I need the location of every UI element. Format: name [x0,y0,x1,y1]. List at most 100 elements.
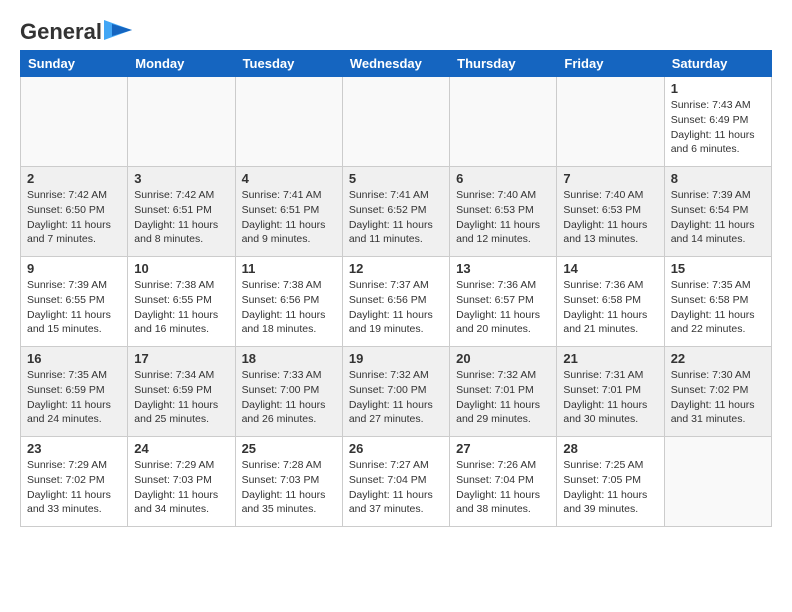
day-info: Sunrise: 7:28 AM Sunset: 7:03 PM Dayligh… [242,458,336,517]
day-info: Sunrise: 7:37 AM Sunset: 6:56 PM Dayligh… [349,278,443,337]
logo-arrow-icon [104,20,132,40]
day-info: Sunrise: 7:30 AM Sunset: 7:02 PM Dayligh… [671,368,765,427]
calendar-day-empty [21,77,128,167]
calendar-day-9: 9 Sunrise: 7:39 AM Sunset: 6:55 PM Daylig… [21,257,128,347]
day-info: Sunrise: 7:38 AM Sunset: 6:56 PM Dayligh… [242,278,336,337]
day-info: Sunrise: 7:39 AM Sunset: 6:55 PM Dayligh… [27,278,121,337]
calendar-week-row: 16Sunrise: 7:35 AM Sunset: 6:59 PM Dayli… [21,347,772,437]
day-info: Sunrise: 7:31 AM Sunset: 7:01 PM Dayligh… [563,368,657,427]
day-info: Sunrise: 7:36 AM Sunset: 6:57 PM Dayligh… [456,278,550,337]
weekday-header-sunday: Sunday [21,51,128,77]
day-number: 8 [671,171,765,186]
calendar-day-6: 6 Sunrise: 7:40 AM Sunset: 6:53 PM Daylig… [450,167,557,257]
day-number: 4 [242,171,336,186]
calendar-day-11: 11 Sunrise: 7:38 AM Sunset: 6:56 PM Dayli… [235,257,342,347]
day-number: 3 [134,171,228,186]
calendar-day-10: 10Sunrise: 7:38 AM Sunset: 6:55 PM Dayli… [128,257,235,347]
calendar-day-18: 18 Sunrise: 7:33 AM Sunset: 7:00 PM Dayli… [235,347,342,437]
calendar-day-15: 15 Sunrise: 7:35 AM Sunset: 6:58 PM Dayli… [664,257,771,347]
day-info: Sunrise: 7:41 AM Sunset: 6:52 PM Dayligh… [349,188,443,247]
calendar-day-22: 22 Sunrise: 7:30 AM Sunset: 7:02 PM Dayli… [664,347,771,437]
calendar-day-12: 12 Sunrise: 7:37 AM Sunset: 6:56 PM Dayli… [342,257,449,347]
calendar-day-5: 5 Sunrise: 7:41 AM Sunset: 6:52 PM Daylig… [342,167,449,257]
day-number: 11 [242,261,336,276]
day-number: 22 [671,351,765,366]
day-number: 18 [242,351,336,366]
day-number: 5 [349,171,443,186]
calendar-day-27: 27 Sunrise: 7:26 AM Sunset: 7:04 PM Dayli… [450,437,557,527]
day-info: Sunrise: 7:32 AM Sunset: 7:01 PM Dayligh… [456,368,550,427]
day-info: Sunrise: 7:35 AM Sunset: 6:59 PM Dayligh… [27,368,121,427]
day-number: 28 [563,441,657,456]
calendar-day-25: 25 Sunrise: 7:28 AM Sunset: 7:03 PM Dayli… [235,437,342,527]
logo-text: General [20,20,102,44]
day-number: 24 [134,441,228,456]
calendar-day-empty [128,77,235,167]
day-number: 27 [456,441,550,456]
calendar-day-13: 13 Sunrise: 7:36 AM Sunset: 6:57 PM Dayli… [450,257,557,347]
calendar-day-24: 24 Sunrise: 7:29 AM Sunset: 7:03 PM Dayli… [128,437,235,527]
calendar-day-1: 1 Sunrise: 7:43 AM Sunset: 6:49 PM Daylig… [664,77,771,167]
day-info: Sunrise: 7:39 AM Sunset: 6:54 PM Dayligh… [671,188,765,247]
calendar-day-14: 14Sunrise: 7:36 AM Sunset: 6:58 PM Dayli… [557,257,664,347]
calendar-day-3: 3 Sunrise: 7:42 AM Sunset: 6:51 PM Daylig… [128,167,235,257]
logo: General [20,20,132,40]
calendar-day-16: 16Sunrise: 7:35 AM Sunset: 6:59 PM Dayli… [21,347,128,437]
day-info: Sunrise: 7:27 AM Sunset: 7:04 PM Dayligh… [349,458,443,517]
day-info: Sunrise: 7:43 AM Sunset: 6:49 PM Dayligh… [671,98,765,157]
day-info: Sunrise: 7:40 AM Sunset: 6:53 PM Dayligh… [456,188,550,247]
day-number: 10 [134,261,228,276]
calendar-table: SundayMondayTuesdayWednesdayThursdayFrid… [20,50,772,527]
calendar-day-empty [235,77,342,167]
day-info: Sunrise: 7:42 AM Sunset: 6:50 PM Dayligh… [27,188,121,247]
day-number: 17 [134,351,228,366]
calendar-week-row: 9 Sunrise: 7:39 AM Sunset: 6:55 PM Daylig… [21,257,772,347]
calendar-week-row: 2 Sunrise: 7:42 AM Sunset: 6:50 PM Daylig… [21,167,772,257]
day-number: 15 [671,261,765,276]
day-number: 7 [563,171,657,186]
day-info: Sunrise: 7:29 AM Sunset: 7:03 PM Dayligh… [134,458,228,517]
day-number: 1 [671,81,765,96]
day-number: 25 [242,441,336,456]
calendar-week-row: 23 Sunrise: 7:29 AM Sunset: 7:02 PM Dayli… [21,437,772,527]
day-number: 9 [27,261,121,276]
day-number: 21 [563,351,657,366]
day-info: Sunrise: 7:36 AM Sunset: 6:58 PM Dayligh… [563,278,657,337]
calendar-day-20: 20 Sunrise: 7:32 AM Sunset: 7:01 PM Dayli… [450,347,557,437]
weekday-header-saturday: Saturday [664,51,771,77]
weekday-header-friday: Friday [557,51,664,77]
weekday-header-tuesday: Tuesday [235,51,342,77]
day-number: 20 [456,351,550,366]
day-info: Sunrise: 7:25 AM Sunset: 7:05 PM Dayligh… [563,458,657,517]
day-number: 19 [349,351,443,366]
day-number: 13 [456,261,550,276]
calendar-day-4: 4 Sunrise: 7:41 AM Sunset: 6:51 PM Daylig… [235,167,342,257]
calendar-day-26: 26 Sunrise: 7:27 AM Sunset: 7:04 PM Dayli… [342,437,449,527]
day-info: Sunrise: 7:29 AM Sunset: 7:02 PM Dayligh… [27,458,121,517]
calendar-day-empty [557,77,664,167]
calendar-day-17: 17 Sunrise: 7:34 AM Sunset: 6:59 PM Dayli… [128,347,235,437]
day-info: Sunrise: 7:35 AM Sunset: 6:58 PM Dayligh… [671,278,765,337]
calendar-week-row: 1 Sunrise: 7:43 AM Sunset: 6:49 PM Daylig… [21,77,772,167]
page-header: General [20,20,772,40]
day-number: 12 [349,261,443,276]
calendar-day-empty [450,77,557,167]
calendar-day-23: 23 Sunrise: 7:29 AM Sunset: 7:02 PM Dayli… [21,437,128,527]
calendar-day-empty [342,77,449,167]
day-info: Sunrise: 7:41 AM Sunset: 6:51 PM Dayligh… [242,188,336,247]
day-info: Sunrise: 7:34 AM Sunset: 6:59 PM Dayligh… [134,368,228,427]
day-info: Sunrise: 7:33 AM Sunset: 7:00 PM Dayligh… [242,368,336,427]
calendar-day-21: 21 Sunrise: 7:31 AM Sunset: 7:01 PM Dayli… [557,347,664,437]
calendar-day-empty [664,437,771,527]
calendar-day-8: 8 Sunrise: 7:39 AM Sunset: 6:54 PM Daylig… [664,167,771,257]
day-info: Sunrise: 7:42 AM Sunset: 6:51 PM Dayligh… [134,188,228,247]
calendar-day-7: 7Sunrise: 7:40 AM Sunset: 6:53 PM Daylig… [557,167,664,257]
day-number: 23 [27,441,121,456]
day-number: 2 [27,171,121,186]
day-number: 26 [349,441,443,456]
day-number: 6 [456,171,550,186]
calendar-header-row: SundayMondayTuesdayWednesdayThursdayFrid… [21,51,772,77]
weekday-header-monday: Monday [128,51,235,77]
day-info: Sunrise: 7:26 AM Sunset: 7:04 PM Dayligh… [456,458,550,517]
calendar-day-28: 28 Sunrise: 7:25 AM Sunset: 7:05 PM Dayli… [557,437,664,527]
